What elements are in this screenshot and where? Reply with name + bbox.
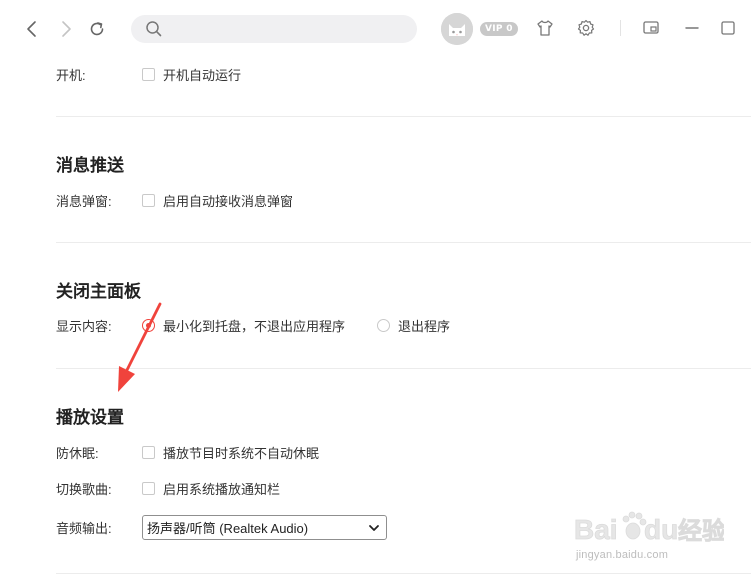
- popup-option[interactable]: 启用自动接收消息弹窗: [142, 191, 293, 210]
- minimize-to-tray-label: 最小化到托盘，不退出应用程序: [163, 318, 346, 334]
- section-divider: [56, 242, 751, 243]
- section-divider: [56, 116, 751, 117]
- anti-sleep-checkbox[interactable]: [142, 445, 155, 459]
- auto-run-checkbox[interactable]: [142, 67, 155, 81]
- title-bar: VIP 0: [0, 0, 751, 58]
- exit-program-radio[interactable]: [377, 318, 391, 332]
- annotation-arrow: [118, 302, 162, 392]
- popup-checkbox-label: 启用自动接收消息弹窗: [163, 193, 294, 209]
- chevron-left-icon: [27, 21, 36, 37]
- search-icon: [145, 20, 163, 43]
- auto-run-label: 开机自动运行: [163, 67, 242, 83]
- popup-label: 消息弹窗:: [56, 193, 112, 209]
- avatar[interactable]: [441, 13, 473, 45]
- exit-program-option[interactable]: 退出程序: [377, 316, 450, 335]
- chevron-down-icon: [369, 524, 379, 531]
- popup-checkbox[interactable]: [142, 193, 155, 207]
- audio-output-value: 扬声器/听筒 (Realtek Audio): [147, 521, 309, 536]
- cat-avatar-icon: [441, 13, 473, 45]
- baidu-logo-icon: Bai du 经验: [574, 511, 726, 545]
- maximize-button[interactable]: [717, 17, 739, 39]
- auto-run-option[interactable]: 开机自动运行: [142, 65, 241, 84]
- anti-sleep-option[interactable]: 播放节目时系统不自动休眠: [142, 443, 319, 462]
- notification-bar-checkbox[interactable]: [142, 481, 155, 495]
- switch-song-label: 切换歌曲:: [56, 481, 112, 497]
- audio-output-row: 音频输出: 扬声器/听筒 (Realtek Audio): [56, 515, 387, 540]
- switch-song-row: 切换歌曲: 启用系统播放通知栏: [56, 478, 280, 498]
- watermark-brand: Bai: [574, 514, 618, 545]
- skin-button[interactable]: [534, 17, 556, 39]
- watermark-brand2: du: [644, 514, 678, 545]
- close-panel-section-title: 关闭主面板: [56, 282, 141, 301]
- chevron-right-icon: [62, 21, 71, 37]
- push-row: 消息弹窗: 启用自动接收消息弹窗: [56, 190, 293, 210]
- startup-row: 开机: 开机自动运行: [56, 64, 241, 84]
- minimize-icon: [685, 27, 699, 29]
- startup-label: 开机:: [56, 67, 86, 83]
- notification-bar-option[interactable]: 启用系统播放通知栏: [142, 479, 280, 498]
- anti-sleep-checkbox-label: 播放节目时系统不自动休眠: [163, 445, 320, 461]
- back-button[interactable]: [19, 16, 45, 42]
- minimize-to-tray-option[interactable]: 最小化到托盘，不退出应用程序: [142, 316, 345, 335]
- mini-window-icon: [643, 21, 659, 34]
- vip-badge[interactable]: VIP 0: [480, 22, 518, 36]
- notification-bar-label: 启用系统播放通知栏: [163, 481, 281, 497]
- mini-mode-button[interactable]: [640, 17, 662, 39]
- refresh-button[interactable]: [84, 16, 110, 42]
- toolbar-divider: [620, 20, 621, 36]
- push-section-title: 消息推送: [56, 156, 124, 175]
- forward-button[interactable]: [53, 16, 79, 42]
- tshirt-icon: [537, 20, 553, 36]
- gear-icon: [577, 19, 595, 36]
- audio-output-select[interactable]: 扬声器/听筒 (Realtek Audio): [142, 515, 387, 540]
- settings-button[interactable]: [575, 17, 597, 39]
- watermark-suffix: 经验: [678, 517, 724, 545]
- anti-sleep-row: 防休眠: 播放节目时系统不自动休眠: [56, 442, 319, 462]
- watermark-url: jingyan.baidu.com: [576, 549, 669, 561]
- anti-sleep-label: 防休眠:: [56, 445, 99, 461]
- minimize-button[interactable]: [681, 17, 703, 39]
- search-input[interactable]: [131, 15, 417, 43]
- maximize-icon: [721, 21, 735, 35]
- exit-program-label: 退出程序: [398, 318, 451, 334]
- baidu-watermark: Bai du 经验 jingyan.baidu.com: [574, 509, 726, 576]
- audio-output-label: 音频输出:: [56, 521, 112, 536]
- refresh-icon: [90, 22, 104, 36]
- playback-section-title: 播放设置: [56, 408, 124, 427]
